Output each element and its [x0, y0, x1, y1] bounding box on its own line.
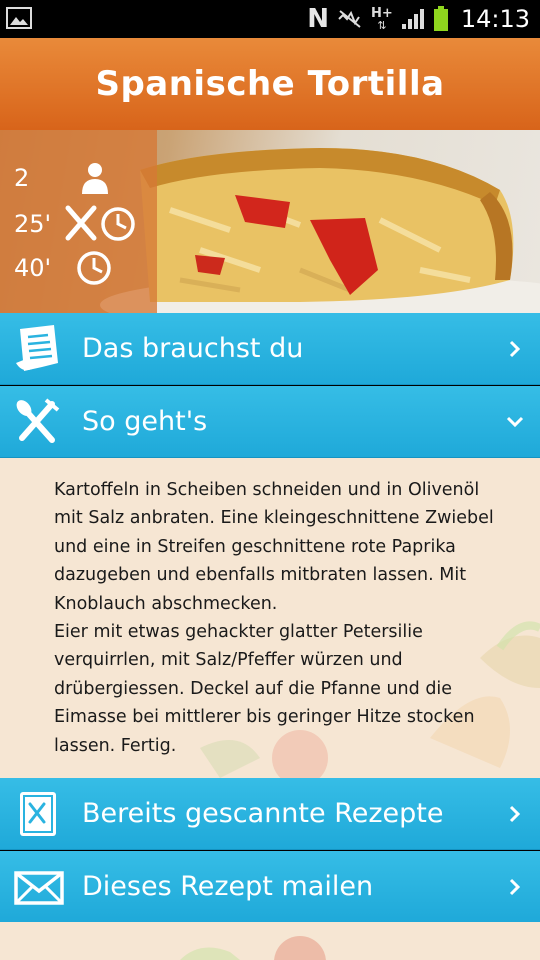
chevron-right-icon [509, 878, 521, 896]
chevron-right-icon [509, 805, 521, 823]
ingredients-label: Das brauchst du [82, 333, 304, 364]
recipe-book-icon [20, 792, 56, 836]
chevron-right-icon [509, 340, 521, 358]
scanned-recipes-menu-item[interactable]: Bereits gescannte Rezepte [0, 778, 540, 850]
mail-recipe-menu-item[interactable]: Dieses Rezept mailen [0, 851, 540, 923]
mail-recipe-label: Dieses Rezept mailen [82, 871, 374, 902]
chevron-down-icon [506, 416, 524, 428]
footer-illustration [180, 936, 326, 960]
recipe-photo: 2 25' 40' [0, 130, 540, 313]
battery-icon [433, 6, 448, 31]
mute-icon [338, 10, 361, 28]
cutlery-icon [16, 398, 60, 443]
steps-menu-item[interactable]: So geht's [0, 386, 540, 458]
servings-row: 2 [14, 158, 108, 198]
prep-time-value: 25' [14, 210, 52, 238]
signal-icon [401, 9, 424, 29]
ingredients-menu-item[interactable]: Das brauchst du [0, 313, 540, 385]
clock: 14:13 [460, 5, 530, 33]
instructions-panel: Kartoffeln in Scheiben schneiden und in … [0, 458, 540, 778]
envelope-icon [14, 871, 64, 905]
status-bar: N H+ ⇅ 14:13 [0, 0, 540, 38]
shopping-list-icon [16, 325, 58, 371]
steps-label: So geht's [82, 406, 208, 437]
page-title: Spanische Tortilla [95, 64, 445, 104]
scanned-recipes-label: Bereits gescannte Rezepte [82, 798, 444, 829]
prep-clock-icon [65, 205, 135, 241]
total-time-row: 40' [14, 248, 111, 288]
app-header: Spanische Tortilla [0, 38, 540, 130]
gallery-icon [6, 7, 32, 29]
person-icon [82, 163, 108, 194]
nfc-icon: N [307, 4, 330, 34]
total-time-value: 40' [14, 254, 52, 282]
network-type: H+ [371, 5, 393, 21]
clock-icon [77, 251, 111, 285]
data-icon: H+ ⇅ [371, 5, 393, 32]
instructions-text: Kartoffeln in Scheiben schneiden und in … [54, 480, 494, 756]
servings-value: 2 [14, 164, 30, 192]
footer-background [0, 922, 540, 960]
prep-time-row: 25' [14, 204, 135, 244]
